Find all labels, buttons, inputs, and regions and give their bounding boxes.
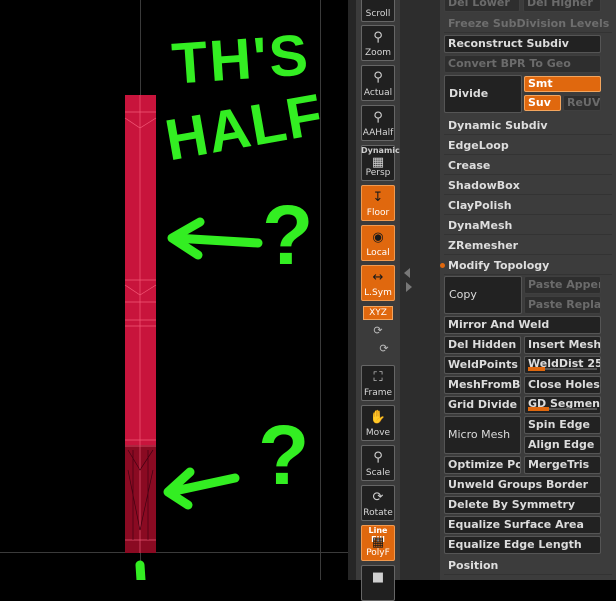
annotation-question-upper: ? xyxy=(262,188,314,282)
annotation-arrows xyxy=(135,217,263,580)
spin-edge-button[interactable]: Spin Edge xyxy=(524,416,601,434)
shadowbox-header[interactable]: ShadowBox xyxy=(444,176,612,195)
right-shelf: Scroll ⚲ Zoom ⚲ Actual ⚲ AAHalf Dynamic … xyxy=(356,0,400,601)
freeze-subdivision-button[interactable]: Freeze SubDivision Levels xyxy=(444,14,612,33)
align-edge-button[interactable]: Align Edge xyxy=(524,436,601,454)
crease-header[interactable]: Crease xyxy=(444,156,612,175)
transp-button[interactable]: ■ xyxy=(361,565,395,601)
meshfrombrush-button[interactable]: MeshFromBrush xyxy=(444,376,521,394)
move-button[interactable]: ✋ Move xyxy=(361,405,395,441)
polyf-button[interactable]: Line Fill ▦ PolyF xyxy=(361,525,395,561)
hand-icon: ✋ xyxy=(369,410,387,425)
del-higher-button[interactable]: Del Higher xyxy=(523,0,601,12)
smt-toggle[interactable]: Smt xyxy=(524,76,601,92)
close-holes-button[interactable]: Close Holes xyxy=(524,376,601,394)
reuv-button[interactable]: ReUV xyxy=(563,95,601,111)
divide-button[interactable]: Divide xyxy=(444,75,522,113)
gd-segments-fill xyxy=(528,407,549,411)
del-lower-button[interactable]: Del Lower xyxy=(444,0,520,12)
expand-arrow-icon[interactable] xyxy=(406,282,412,292)
floor-button[interactable]: ↧ Floor xyxy=(361,185,395,221)
frame-icon: ⛶ xyxy=(373,370,383,385)
paste-replace-button[interactable]: Paste Replace xyxy=(524,296,601,314)
paste-append-button[interactable]: Paste Append xyxy=(524,276,601,294)
claypolish-header[interactable]: ClayPolish xyxy=(444,196,612,215)
rotate-button[interactable]: ⟳ Rotate xyxy=(361,485,395,521)
modify-topology-header[interactable]: Modify Topology xyxy=(444,256,612,275)
zremesher-header[interactable]: ZRemesher xyxy=(444,236,612,255)
edgeloop-header[interactable]: EdgeLoop xyxy=(444,136,612,155)
grid-divide-button[interactable]: Grid Divide xyxy=(444,396,521,414)
rotate-axis-z-icon[interactable]: ⟳ xyxy=(374,342,394,355)
equalize-surface-area-button[interactable]: Equalize Surface Area xyxy=(444,516,601,534)
welddist-fill xyxy=(528,367,546,371)
magnifier-icon: ⚲ xyxy=(373,110,383,125)
collapse-arrow-icon[interactable] xyxy=(404,268,410,278)
mergetris-button[interactable]: MergeTris xyxy=(524,456,601,474)
dynamic-subdiv-header[interactable]: Dynamic Subdiv xyxy=(444,116,612,135)
magnifier-icon: ⚲ xyxy=(373,70,383,85)
geometry-panel: Del Lower Del Higher Freeze SubDivision … xyxy=(440,0,616,580)
micro-mesh-button[interactable]: Micro Mesh xyxy=(444,416,521,454)
suv-toggle[interactable]: Suv xyxy=(524,95,561,111)
unweld-groups-border-button[interactable]: Unweld Groups Border xyxy=(444,476,601,494)
scroll-button[interactable]: Scroll xyxy=(361,0,395,22)
del-hidden-button[interactable]: Del Hidden xyxy=(444,336,521,354)
frame-button[interactable]: ⛶ Frame xyxy=(361,365,395,401)
lsym-button[interactable]: ↔ L.Sym xyxy=(361,265,395,301)
local-button[interactable]: ◉ Local xyxy=(361,225,395,261)
copy-button[interactable]: Copy xyxy=(444,276,522,314)
welddist-slider[interactable]: WeldDist 25 xyxy=(524,356,601,374)
reconstruct-subdiv-button[interactable]: Reconstruct Subdiv xyxy=(444,35,601,53)
magnifier-icon: ⚲ xyxy=(373,30,383,45)
rotate-axis-icon[interactable]: ⟳ xyxy=(368,324,388,337)
xyz-button[interactable]: XYZ xyxy=(363,306,393,320)
convert-bpr-button[interactable]: Convert BPR To Geo xyxy=(444,55,601,73)
delete-by-symmetry-button[interactable]: Delete By Symmetry xyxy=(444,496,601,514)
annotation-text-this: TH'S xyxy=(169,22,312,97)
viewport-divider xyxy=(348,0,356,580)
optimize-points-button[interactable]: Optimize Points xyxy=(444,456,521,474)
transp-icon: ■ xyxy=(371,570,385,585)
equalize-edge-length-button[interactable]: Equalize Edge Length xyxy=(444,536,601,554)
rotate-icon: ⟳ xyxy=(372,490,384,505)
weldpoints-button[interactable]: WeldPoints xyxy=(444,356,521,374)
position-header[interactable]: Position xyxy=(444,556,612,575)
persp-button[interactable]: Dynamic ▦ Persp xyxy=(361,145,400,181)
insert-mesh-button[interactable]: Insert Mesh xyxy=(524,336,601,354)
local-icon: ◉ xyxy=(372,230,384,245)
zoom-button[interactable]: ⚲ Zoom xyxy=(361,25,395,61)
floor-icon: ↧ xyxy=(372,190,384,205)
scale-button[interactable]: ⚲ Scale xyxy=(361,445,395,481)
mirror-and-weld-button[interactable]: Mirror And Weld xyxy=(444,316,601,334)
gd-segments-slider[interactable]: GD Segments xyxy=(524,396,601,414)
dynamesh-header[interactable]: DynaMesh xyxy=(444,216,612,235)
canvas-viewport[interactable]: TH'S HALF ? ? xyxy=(0,0,348,580)
symmetry-icon: ↔ xyxy=(372,270,384,285)
actual-button[interactable]: ⚲ Actual xyxy=(361,65,395,101)
aahalf-button[interactable]: ⚲ AAHalf xyxy=(361,105,395,141)
annotation-question-lower: ? xyxy=(258,408,310,502)
panel-divider[interactable] xyxy=(400,0,440,580)
magnifier-icon: ⚲ xyxy=(373,450,383,465)
